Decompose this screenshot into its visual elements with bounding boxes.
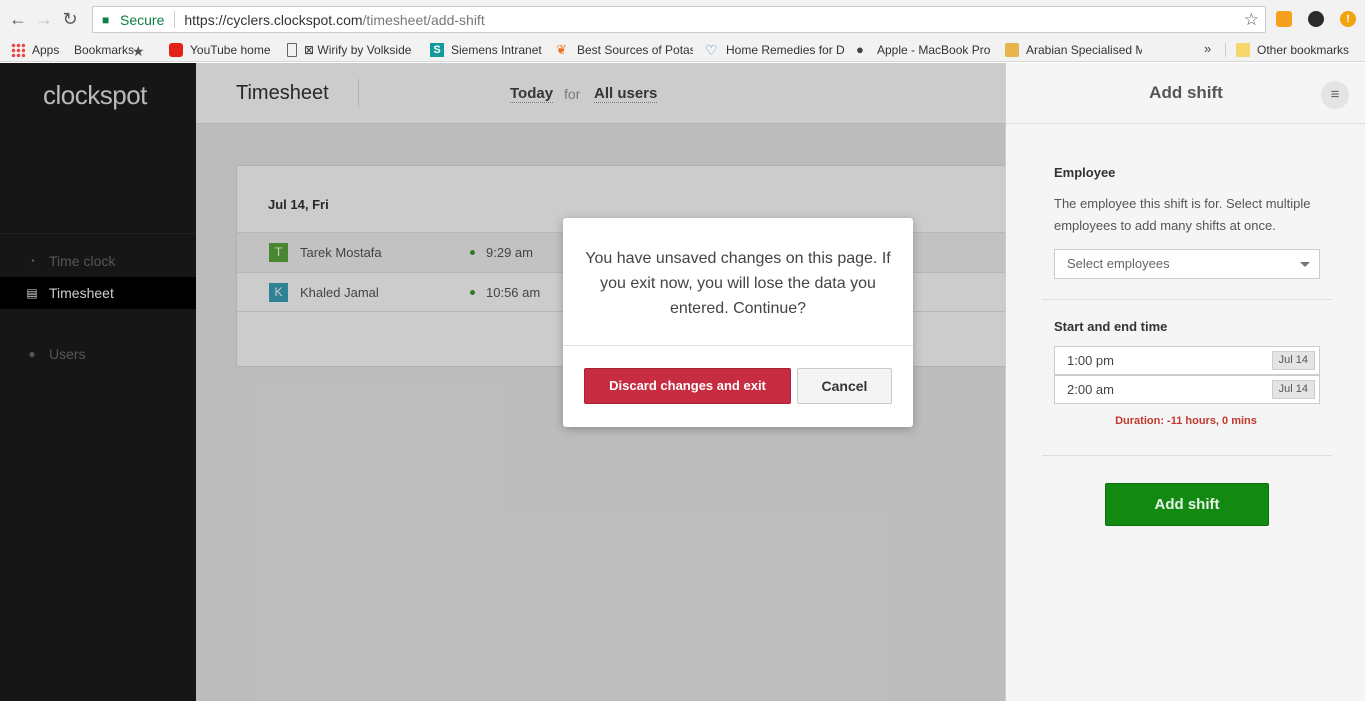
employee-select[interactable]: Select employees xyxy=(1054,249,1320,279)
extension-icon[interactable] xyxy=(1308,11,1324,27)
folder-icon xyxy=(1236,43,1250,57)
lock-icon: ■ xyxy=(102,12,110,27)
bookmark-other[interactable]: Other bookmarks xyxy=(1236,41,1361,59)
url-text[interactable]: https://cyclers.clockspot.com/timesheet/… xyxy=(184,12,484,28)
start-date-picker[interactable]: Jul 14 xyxy=(1271,351,1315,370)
bookmark-label: ⊠ Wirify by Volkside xyxy=(304,43,412,57)
url-path: /timesheet/add-shift xyxy=(362,11,485,28)
bookmark-star-icon[interactable]: ☆ xyxy=(1244,10,1259,30)
bookmark-label: Bookmarks xyxy=(74,43,135,57)
browser-toolbar: ← → ↻ ■ Secure https://cyclers.clockspot… xyxy=(0,0,1365,38)
heart-icon: ♡ xyxy=(705,42,718,58)
arabian-icon xyxy=(1005,43,1019,57)
reload-icon[interactable]: ↻ xyxy=(57,6,83,32)
bookmark-apps[interactable]: Apps xyxy=(11,41,66,59)
bookmark-siemens[interactable]: S Siemens Intranet xyxy=(430,41,546,59)
address-divider xyxy=(174,11,176,28)
bookmark-wirify[interactable]: ⊠ Wirify by Volkside xyxy=(287,41,423,59)
page-icon xyxy=(287,43,297,57)
apps-icon xyxy=(11,43,25,57)
bookmark-youtube[interactable]: YouTube home xyxy=(169,41,277,59)
bookmark-arabian[interactable]: Arabian Specialised M xyxy=(1005,41,1142,59)
bookmark-potassium[interactable]: ❦ Best Sources of Potas xyxy=(556,41,693,59)
youtube-icon xyxy=(169,43,183,57)
section-divider xyxy=(1042,299,1332,300)
address-bar[interactable]: ■ Secure https://cyclers.clockspot.com/t… xyxy=(92,6,1266,33)
siemens-icon: S xyxy=(430,43,444,57)
bookmarks-bar: Apps ★ Bookmarks YouTube home ⊠ Wirify by… xyxy=(0,38,1365,62)
chevron-down-icon xyxy=(1300,262,1310,267)
employee-select-placeholder: Select employees xyxy=(1067,256,1170,271)
duration-warning: Duration: -11 hours, 0 mins xyxy=(1115,415,1257,427)
bookmark-label: Home Remedies for D xyxy=(726,43,845,57)
cancel-button[interactable]: Cancel xyxy=(797,368,892,404)
bookmark-home-remedies[interactable]: ♡ Home Remedies for D xyxy=(705,41,845,59)
end-date-picker[interactable]: Jul 14 xyxy=(1271,380,1315,399)
start-time-field[interactable]: 1:00 pm Jul 14 xyxy=(1054,346,1320,375)
bookmark-apple[interactable]: ● Apple - MacBook Pro xyxy=(856,41,993,59)
bookmark-label: Other bookmarks xyxy=(1257,43,1350,57)
end-time-field[interactable]: 2:00 am Jul 14 xyxy=(1054,375,1320,404)
section-divider xyxy=(1042,455,1332,456)
add-shift-panel: Add shift ≡ Employee The employee this s… xyxy=(1005,63,1365,701)
secure-label: Secure xyxy=(120,11,165,28)
add-shift-button[interactable]: Add shift xyxy=(1105,483,1269,526)
bookmark-label: Arabian Specialised M xyxy=(1026,43,1142,57)
bookmark-label: Siemens Intranet xyxy=(451,43,542,57)
bookmark-label: Apps xyxy=(32,43,60,57)
bookmark-label: Apple - MacBook Pro xyxy=(877,43,991,57)
bookmark-label: Best Sources of Potas xyxy=(577,43,693,57)
end-time-value: 2:00 am xyxy=(1067,382,1114,397)
forward-arrow-icon[interactable]: → xyxy=(31,6,57,32)
url-host: https://cyclers.clockspot.com xyxy=(184,11,363,28)
panel-header: Add shift ≡ xyxy=(1006,63,1365,124)
bookmark-bookmarks[interactable]: ★ Bookmarks xyxy=(74,41,159,59)
unsaved-changes-dialog: You have unsaved changes on this page. I… xyxy=(563,218,913,427)
time-label: Start and end time xyxy=(1054,319,1168,334)
potassium-icon: ❦ xyxy=(556,42,567,57)
bookmark-label: YouTube home xyxy=(190,43,271,57)
employee-label: Employee xyxy=(1054,165,1116,180)
discard-changes-button[interactable]: Discard changes and exit xyxy=(584,368,791,404)
employee-help-text: The employee this shift is for. Select m… xyxy=(1054,196,1311,233)
hamburger-menu-icon[interactable]: ≡ xyxy=(1321,81,1349,109)
apple-icon: ● xyxy=(856,42,864,57)
panel-title: Add shift xyxy=(1149,83,1223,102)
star-icon: ★ xyxy=(132,43,145,59)
dialog-divider xyxy=(563,345,913,346)
more-bookmarks-button[interactable]: » xyxy=(1204,41,1211,56)
back-arrow-icon[interactable]: ← xyxy=(5,6,31,32)
dialog-message: You have unsaved changes on this page. I… xyxy=(585,250,891,317)
rss-extension-icon[interactable] xyxy=(1276,11,1292,27)
bookmarks-divider xyxy=(1225,43,1226,57)
warning-menu-icon[interactable]: ! xyxy=(1340,11,1356,27)
start-time-value: 1:00 pm xyxy=(1067,353,1114,368)
